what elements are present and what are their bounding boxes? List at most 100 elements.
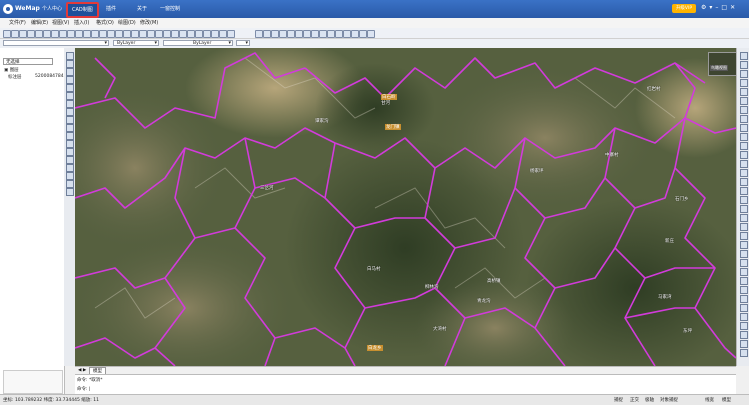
toolbar-tool-icon[interactable] [343, 30, 351, 38]
toolbar-tool-icon[interactable] [179, 30, 187, 38]
modify-tool-icon[interactable] [740, 196, 748, 204]
snap-toggle[interactable]: 捕捉 [614, 397, 623, 403]
toolbar-tool-icon[interactable] [75, 30, 83, 38]
modify-tool-icon[interactable] [740, 178, 748, 186]
draw-tool-icon[interactable] [66, 132, 74, 140]
toolbar-tool-icon[interactable] [91, 30, 99, 38]
modify-tool-icon[interactable] [740, 115, 748, 123]
modify-tool-icon[interactable] [740, 232, 748, 240]
command-input[interactable]: 命令: | [77, 386, 90, 392]
modify-tool-icon[interactable] [740, 52, 748, 60]
toolbar-tool-icon[interactable] [351, 30, 359, 38]
modify-tool-icon[interactable] [740, 187, 748, 195]
modify-tool-icon[interactable] [740, 97, 748, 105]
draw-tool-icon[interactable] [66, 92, 74, 100]
toolbar-tool-icon[interactable] [255, 30, 263, 38]
toolbar-tool-icon[interactable] [367, 30, 375, 38]
toolbar-tool-icon[interactable] [147, 30, 155, 38]
tab-cad[interactable]: CAD制图 [66, 2, 99, 18]
toolbar-tool-icon[interactable] [51, 30, 59, 38]
toolbar-tool-icon[interactable] [67, 30, 75, 38]
lineweight-toggle[interactable]: 线宽 [705, 397, 714, 403]
toolbar-tool-icon[interactable] [3, 30, 11, 38]
ortho-toggle[interactable]: 正交 [630, 397, 639, 403]
toolbar-tool-icon[interactable] [11, 30, 19, 38]
tab-window-control[interactable]: 一窗控制 [160, 5, 180, 12]
toolbar-tool-icon[interactable] [171, 30, 179, 38]
menu-edit[interactable]: 编辑(E) [31, 19, 48, 26]
draw-tool-icon[interactable] [66, 172, 74, 180]
menu-draw[interactable]: 绘图(D) [118, 19, 136, 26]
draw-tool-icon[interactable] [66, 52, 74, 60]
draw-tool-icon[interactable] [66, 124, 74, 132]
lineweight-dropdown[interactable] [236, 40, 250, 46]
toolbar-tool-icon[interactable] [211, 30, 219, 38]
modify-tool-icon[interactable] [740, 133, 748, 141]
toolbar-tool-icon[interactable] [287, 30, 295, 38]
modify-tool-icon[interactable] [740, 250, 748, 258]
toolbar-tool-icon[interactable] [327, 30, 335, 38]
close-icon[interactable]: ✕ [730, 4, 738, 11]
modify-tool-icon[interactable] [740, 142, 748, 150]
toolbar-tool-icon[interactable] [59, 30, 67, 38]
modify-tool-icon[interactable] [740, 124, 748, 132]
modify-tool-icon[interactable] [740, 277, 748, 285]
linetype-dropdown[interactable]: ByLayer [163, 40, 233, 46]
toolbar-tool-icon[interactable] [123, 30, 131, 38]
draw-tool-icon[interactable] [66, 188, 74, 196]
draw-tool-icon[interactable] [66, 180, 74, 188]
toolbar-tool-icon[interactable] [107, 30, 115, 38]
modify-tool-icon[interactable] [740, 331, 748, 339]
modify-tool-icon[interactable] [740, 106, 748, 114]
toolbar-tool-icon[interactable] [19, 30, 27, 38]
modify-tool-icon[interactable] [740, 259, 748, 267]
toolbar-tool-icon[interactable] [163, 30, 171, 38]
draw-tool-icon[interactable] [66, 108, 74, 116]
map-canvas[interactable]: 谭家沟 甘河 三岔河 中寨村 杨家坪 石门乡 高桥镇 白马村 柳林沟 青龙沟 大… [75, 48, 736, 366]
draw-tool-icon[interactable] [66, 84, 74, 92]
toolbar-tool-icon[interactable] [27, 30, 35, 38]
toolbar-tool-icon[interactable] [35, 30, 43, 38]
toolbar-tool-icon[interactable] [203, 30, 211, 38]
toolbar-tool-icon[interactable] [295, 30, 303, 38]
draw-tool-icon[interactable] [66, 140, 74, 148]
modify-tool-icon[interactable] [740, 322, 748, 330]
layer-root[interactable]: ▣ 图层 [4, 67, 19, 73]
window-controls[interactable]: ⚙▾–□✕ [701, 4, 738, 11]
modify-tool-icon[interactable] [740, 223, 748, 231]
toolbar-tool-icon[interactable] [263, 30, 271, 38]
modify-tool-icon[interactable] [740, 88, 748, 96]
toolbar-tool-icon[interactable] [311, 30, 319, 38]
modify-tool-icon[interactable] [740, 205, 748, 213]
modify-tool-icon[interactable] [740, 313, 748, 321]
toolbar-tool-icon[interactable] [195, 30, 203, 38]
modify-tool-icon[interactable] [740, 268, 748, 276]
toolbar-tool-icon[interactable] [335, 30, 343, 38]
toolbar-tool-icon[interactable] [227, 30, 235, 38]
draw-tool-icon[interactable] [66, 156, 74, 164]
overview-map[interactable] [708, 52, 737, 76]
menu-file[interactable]: 文件(F) [9, 19, 26, 26]
modify-tool-icon[interactable] [740, 214, 748, 222]
toolbar-tool-icon[interactable] [187, 30, 195, 38]
toolbar-tool-icon[interactable] [139, 30, 147, 38]
toolbar-tool-icon[interactable] [359, 30, 367, 38]
tab-nav-arrows[interactable]: ◀ ▶ [78, 368, 86, 373]
draw-tool-icon[interactable] [66, 148, 74, 156]
modify-tool-icon[interactable] [740, 286, 748, 294]
toolbar-tool-icon[interactable] [115, 30, 123, 38]
color-dropdown[interactable]: ByLayer [113, 40, 159, 46]
tab-plugins[interactable]: 插件 [106, 5, 116, 12]
model-toggle[interactable]: 模型 [722, 397, 731, 403]
layer-row[interactable]: 标注层 [8, 74, 22, 80]
layer-dropdown[interactable] [3, 40, 109, 46]
toolbar-tool-icon[interactable] [319, 30, 327, 38]
toolbar-tool-icon[interactable] [155, 30, 163, 38]
menu-format[interactable]: 格式(O) [96, 19, 114, 26]
draw-tool-icon[interactable] [66, 76, 74, 84]
modify-tool-icon[interactable] [740, 160, 748, 168]
toolbar-tool-icon[interactable] [99, 30, 107, 38]
menu-view[interactable]: 视图(V) [52, 19, 69, 26]
modify-tool-icon[interactable] [740, 70, 748, 78]
menu-insert[interactable]: 插入(I) [74, 19, 89, 26]
